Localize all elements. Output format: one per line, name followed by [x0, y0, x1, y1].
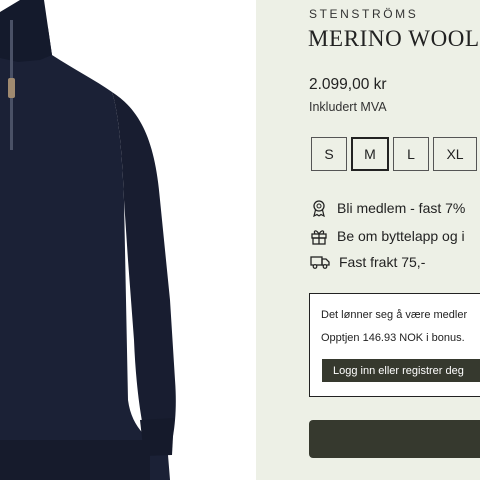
size-option-m[interactable]: M [351, 137, 389, 171]
size-label: L [407, 146, 415, 162]
medal-icon [313, 200, 325, 217]
product-info-panel: STENSTRÖMS MERINO WOOL 2.099,00 kr Inklu… [256, 0, 480, 480]
brand-name[interactable]: STENSTRÖMS [309, 7, 418, 21]
login-register-button[interactable]: Logg inn eller registrer deg [322, 359, 480, 382]
usp-gift: Be om byttelapp og i [310, 227, 465, 245]
size-label: S [324, 146, 334, 162]
add-to-cart-button[interactable] [309, 420, 480, 458]
size-option-xl[interactable]: XL [433, 137, 477, 171]
sweater-illustration [0, 0, 176, 480]
product-image [0, 0, 256, 480]
usp-membership: Bli medlem - fast 7% [310, 199, 465, 217]
product-price: 2.099,00 kr [309, 76, 387, 93]
usp-shipping: Fast frakt 75,- [310, 254, 425, 270]
size-option-s[interactable]: S [311, 137, 347, 171]
product-title: MERINO WOOL [308, 26, 480, 51]
usp-text: Be om byttelapp og i [337, 228, 465, 244]
size-label: M [364, 146, 376, 162]
truck-icon [310, 256, 330, 269]
size-selector: S M L XL [311, 137, 480, 171]
gift-icon [311, 230, 327, 245]
usp-text: Bli medlem - fast 7% [337, 200, 466, 216]
usp-text: Fast frakt 75,- [339, 254, 426, 270]
vat-note: Inkludert MVA [309, 100, 387, 114]
membership-message: Det lønner seg å være medler [321, 309, 468, 321]
size-option-l[interactable]: L [393, 137, 429, 171]
bonus-message: Opptjen 146.93 NOK i bonus. [321, 332, 465, 344]
size-label: XL [446, 146, 464, 162]
membership-box: Det lønner seg å være medler Opptjen 146… [309, 293, 480, 397]
